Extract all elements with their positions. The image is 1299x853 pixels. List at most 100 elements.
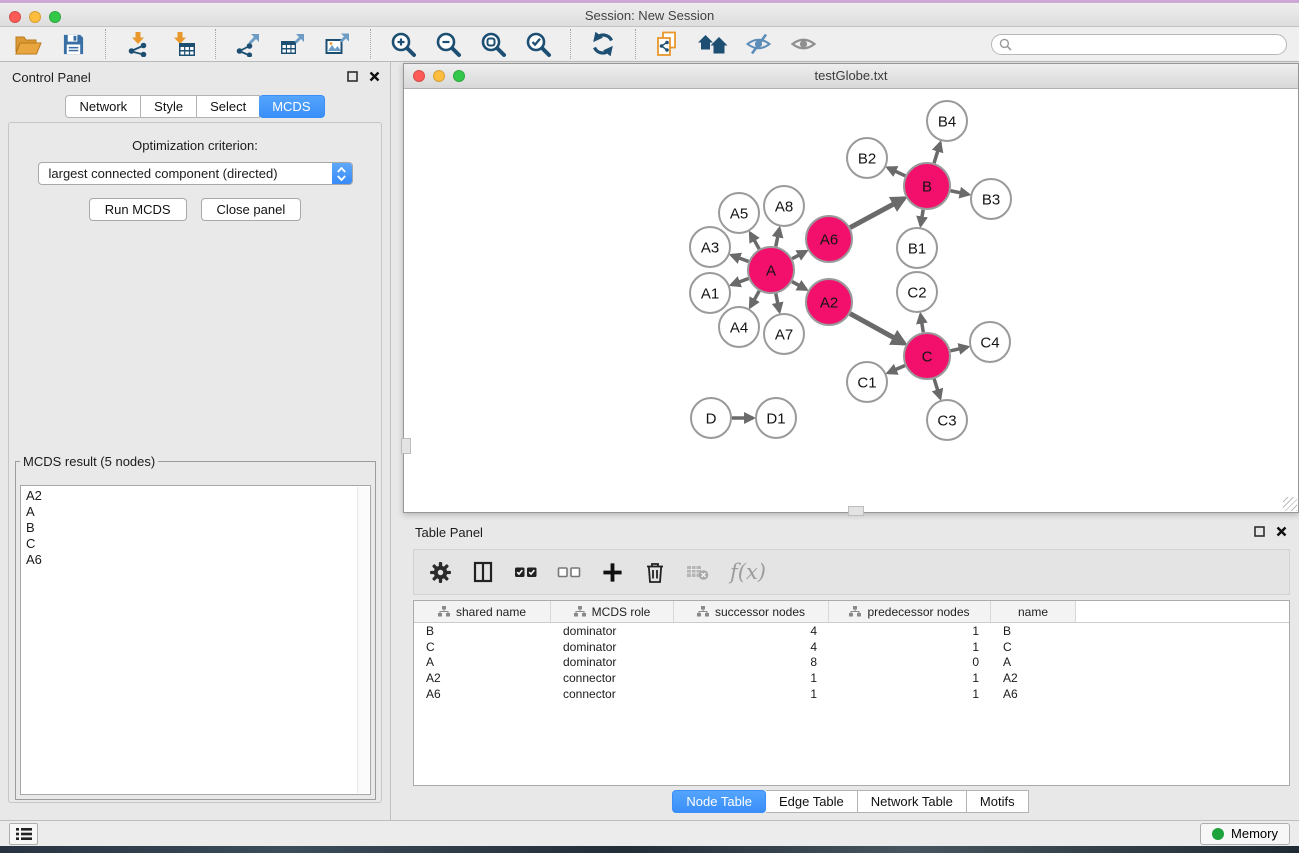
table-body: Bdominator41BCdominator41CAdominator80AA… bbox=[414, 623, 1289, 702]
column-header-predecessor-nodes[interactable]: predecessor nodes bbox=[829, 601, 991, 622]
network-window-title: testGlobe.txt bbox=[404, 68, 1298, 83]
graph-edge-A-A4[interactable] bbox=[750, 291, 759, 307]
graph-edge-A-A1[interactable] bbox=[732, 278, 749, 284]
tab-network[interactable]: Network bbox=[65, 95, 141, 118]
import-network-icon[interactable] bbox=[122, 29, 154, 59]
import-table-icon[interactable] bbox=[167, 29, 199, 59]
scrollbar-track[interactable] bbox=[357, 487, 369, 793]
column-header-label: name bbox=[1018, 605, 1048, 619]
table-cell: 1 bbox=[674, 687, 829, 701]
window-resize-grip[interactable] bbox=[1283, 497, 1297, 511]
table-row[interactable]: A2connector11A2 bbox=[414, 670, 1289, 686]
tab-edge-table[interactable]: Edge Table bbox=[766, 790, 858, 813]
show-graphics-details-icon[interactable] bbox=[787, 29, 819, 59]
refresh-layout-icon[interactable] bbox=[587, 29, 619, 59]
table-cell: A bbox=[414, 655, 551, 669]
memory-button[interactable]: Memory bbox=[1200, 823, 1290, 845]
column-header-shared-name[interactable]: shared name bbox=[414, 601, 551, 622]
main-toolbar bbox=[0, 27, 1299, 62]
graph-edge-B-B1[interactable] bbox=[921, 210, 924, 226]
table-row[interactable]: A6connector11A6 bbox=[414, 686, 1289, 702]
tab-style[interactable]: Style bbox=[141, 95, 197, 118]
graph-edge-A-A6[interactable] bbox=[792, 251, 806, 258]
export-network-icon[interactable] bbox=[232, 29, 264, 59]
clear-table-icon[interactable] bbox=[685, 559, 711, 585]
tab-motifs[interactable]: Motifs bbox=[967, 790, 1029, 813]
graph-edge-A-A5[interactable] bbox=[750, 233, 759, 249]
column-header-name[interactable]: name bbox=[991, 601, 1076, 622]
settings-icon[interactable] bbox=[427, 559, 453, 585]
search-input[interactable] bbox=[1017, 36, 1279, 52]
export-image-icon[interactable] bbox=[322, 29, 354, 59]
split-table-icon[interactable] bbox=[470, 559, 496, 585]
memory-status-icon bbox=[1212, 828, 1224, 840]
mcds-result-item[interactable]: A bbox=[26, 504, 370, 520]
network-canvas[interactable]: B4B2BB3A5A8A6A3B1AA1C2A2A4A7C4CC1C3DD1 bbox=[404, 89, 1298, 512]
column-header-filler bbox=[1076, 601, 1289, 622]
select-all-columns-icon[interactable] bbox=[513, 559, 539, 585]
tab-mcds[interactable]: MCDS bbox=[259, 95, 324, 118]
graph-edge-A-A7[interactable] bbox=[776, 294, 780, 312]
hide-graphics-details-icon[interactable] bbox=[742, 29, 774, 59]
close-panel-icon[interactable] bbox=[369, 71, 380, 82]
float-panel-icon[interactable] bbox=[1254, 526, 1265, 537]
graph-edge-A6-B[interactable] bbox=[850, 198, 904, 227]
tab-select[interactable]: Select bbox=[197, 95, 260, 118]
mcds-result-item[interactable]: A6 bbox=[26, 552, 370, 568]
export-table-icon[interactable] bbox=[277, 29, 309, 59]
graph-node-label-A4: A4 bbox=[730, 319, 748, 336]
column-header-successor-nodes[interactable]: successor nodes bbox=[674, 601, 829, 622]
graph-edge-A2-C[interactable] bbox=[850, 314, 904, 344]
clone-network-icon[interactable] bbox=[652, 29, 684, 59]
open-file-icon[interactable] bbox=[12, 29, 44, 59]
optimization-criterion-value: largest connected component (directed) bbox=[49, 166, 278, 181]
mcds-result-item[interactable]: B bbox=[26, 520, 370, 536]
splitter-handle-left[interactable] bbox=[401, 438, 411, 454]
graph-edge-C-C4[interactable] bbox=[950, 347, 967, 351]
close-panel-button[interactable]: Close panel bbox=[201, 198, 302, 221]
graph-edge-B-B2[interactable] bbox=[888, 168, 905, 176]
mcds-result-item[interactable]: A2 bbox=[26, 488, 370, 504]
column-header-MCDS-role[interactable]: MCDS role bbox=[551, 601, 674, 622]
optimization-criterion-select[interactable]: largest connected component (directed) bbox=[38, 162, 353, 185]
graph-edge-B-B3[interactable] bbox=[951, 191, 969, 195]
mcds-result-title: MCDS result (5 nodes) bbox=[20, 454, 158, 469]
task-history-button[interactable] bbox=[9, 823, 38, 845]
float-panel-icon[interactable] bbox=[347, 71, 358, 82]
graph-edge-A-A8[interactable] bbox=[776, 229, 780, 247]
toolbar-separator bbox=[570, 29, 571, 59]
home-icon[interactable] bbox=[697, 29, 729, 59]
zoom-out-icon[interactable] bbox=[432, 29, 464, 59]
table-row[interactable]: Adominator80A bbox=[414, 655, 1289, 671]
graph-edge-C-C2[interactable] bbox=[921, 315, 924, 333]
mcds-result-list[interactable]: A2ABCA6 bbox=[20, 485, 371, 795]
splitter-handle-bottom[interactable] bbox=[848, 506, 864, 516]
function-builder-icon: f(x) bbox=[730, 560, 766, 584]
column-type-icon bbox=[438, 606, 450, 617]
table-cell: 4 bbox=[674, 624, 829, 638]
graph-node-label-B3: B3 bbox=[982, 191, 1000, 208]
graph-edge-B-B4[interactable] bbox=[934, 143, 940, 163]
save-session-icon[interactable] bbox=[57, 29, 89, 59]
run-mcds-button[interactable]: Run MCDS bbox=[89, 198, 187, 221]
table-row[interactable]: Bdominator41B bbox=[414, 623, 1289, 639]
column-type-icon bbox=[574, 606, 586, 617]
deselect-all-columns-icon[interactable] bbox=[556, 559, 582, 585]
zoom-selected-icon[interactable] bbox=[522, 29, 554, 59]
graph-edge-A-A2[interactable] bbox=[792, 282, 806, 290]
close-panel-icon[interactable] bbox=[1276, 526, 1287, 537]
zoom-fit-icon[interactable] bbox=[477, 29, 509, 59]
graph-edge-A-A3[interactable] bbox=[732, 255, 749, 261]
search-field[interactable] bbox=[991, 34, 1287, 55]
tab-node-table[interactable]: Node Table bbox=[672, 790, 766, 813]
table-row[interactable]: Cdominator41C bbox=[414, 639, 1289, 655]
tab-network-table[interactable]: Network Table bbox=[858, 790, 967, 813]
add-column-icon[interactable] bbox=[599, 559, 625, 585]
zoom-in-icon[interactable] bbox=[387, 29, 419, 59]
table-cell: A6 bbox=[414, 687, 551, 701]
delete-column-icon[interactable] bbox=[642, 559, 668, 585]
graph-edge-C-C1[interactable] bbox=[888, 366, 905, 373]
graph-edge-C-C3[interactable] bbox=[934, 379, 940, 398]
network-window-titlebar[interactable]: testGlobe.txt bbox=[404, 64, 1298, 89]
mcds-result-item[interactable]: C bbox=[26, 536, 370, 552]
